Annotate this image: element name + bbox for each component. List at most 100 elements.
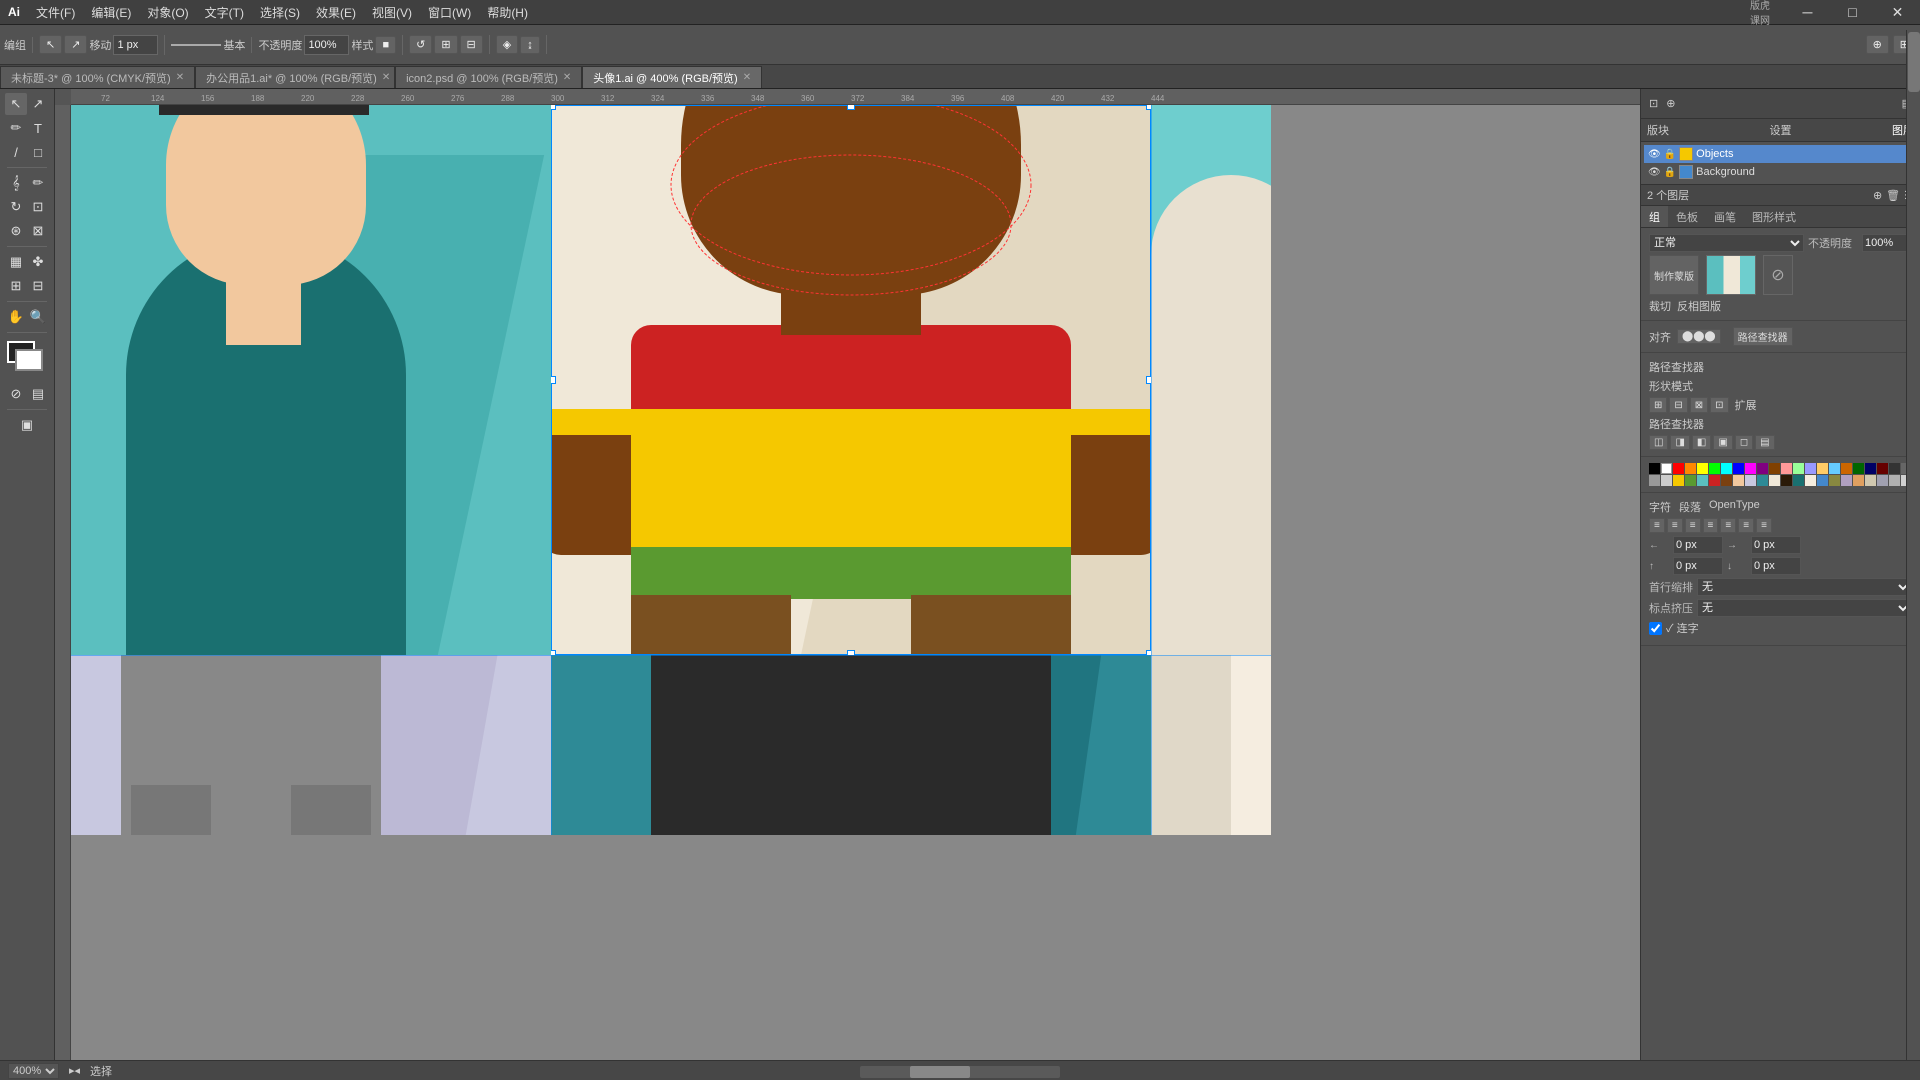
swatch-green[interactable] <box>1709 463 1720 474</box>
swatch-teal[interactable] <box>1697 475 1708 486</box>
tab-close-1[interactable]: ✕ <box>382 72 390 83</box>
divide-btn[interactable]: ◫ <box>1649 435 1668 450</box>
ligature-checkbox[interactable] <box>1649 622 1662 635</box>
layer-objects-row[interactable]: 👁 🔒 Objects <box>1644 145 1917 163</box>
swatch-very-dark-brown[interactable] <box>1781 475 1792 486</box>
graph-btn[interactable]: ↨ <box>520 36 540 54</box>
align-btn[interactable]: ⊟ <box>460 35 483 54</box>
scale-tool[interactable]: ⊡ <box>27 196 49 218</box>
layer-background-row[interactable]: 👁 🔒 Background <box>1644 163 1917 181</box>
tab-1[interactable]: 办公用品1.ai* @ 100% (RGB/预览) ✕ <box>195 66 395 88</box>
swatch-lavender[interactable] <box>1745 475 1756 486</box>
maximize-button[interactable]: □ <box>1830 0 1875 25</box>
tab-3[interactable]: 头像1.ai @ 400% (RGB/预览) ✕ <box>582 66 762 88</box>
path-finder-btn[interactable]: 路径查找器 <box>1733 327 1793 346</box>
arrange-btn[interactable]: ⊕ <box>1866 35 1889 54</box>
swatch-sky[interactable] <box>1829 463 1840 474</box>
align-left-btn[interactable]: ⬤⬤⬤ <box>1677 329 1721 344</box>
layer-visibility-icon-2[interactable]: 👁 <box>1648 167 1661 178</box>
tab-2[interactable]: icon2.psd @ 100% (RGB/预览) ✕ <box>395 66 582 88</box>
merge-btn[interactable]: ◧ <box>1692 435 1711 450</box>
crop-btn[interactable]: ▣ <box>1713 435 1732 450</box>
artboard-tool[interactable]: ⊞ <box>5 275 27 297</box>
text-tool[interactable]: T <box>27 117 49 139</box>
kinsoku-select[interactable]: 无 <box>1697 599 1912 617</box>
width-tool[interactable]: ⊠ <box>27 220 49 242</box>
layers-delete-btn[interactable]: 🗑 <box>1886 189 1900 202</box>
blending-mode-select[interactable]: 正常 <box>1649 234 1804 252</box>
swatch-pink[interactable] <box>1781 463 1792 474</box>
swatch-lightgray[interactable] <box>1661 475 1672 486</box>
none-btn[interactable]: ⊘ <box>5 383 27 405</box>
align-text-justify2[interactable]: ≡ <box>1720 518 1736 533</box>
menu-text[interactable]: 文字(T) <box>197 4 252 21</box>
swatch-olive2[interactable] <box>1829 475 1840 486</box>
swatch-magenta[interactable] <box>1745 463 1756 474</box>
warp-tool[interactable]: ⊛ <box>5 220 27 242</box>
minus-back-btn[interactable]: ▤ <box>1755 435 1774 450</box>
swatch-red[interactable] <box>1673 463 1684 474</box>
swatch-darkgray[interactable] <box>1889 463 1900 474</box>
tab-seban[interactable]: 色板 <box>1668 206 1706 227</box>
tab-huabi[interactable]: 画笔 <box>1706 206 1744 227</box>
hand-tool[interactable]: ✋ <box>5 306 27 328</box>
swatch-khaki[interactable] <box>1865 475 1876 486</box>
menu-object[interactable]: 对象(O) <box>139 4 196 21</box>
draw-mode-btn[interactable]: ▣ <box>7 414 47 436</box>
space-after-input[interactable] <box>1751 557 1801 575</box>
indent-left-input[interactable] <box>1673 536 1723 554</box>
transform-btn[interactable]: ⊞ <box>434 35 457 54</box>
more-btn[interactable]: ◈ <box>496 35 518 54</box>
swatch-tan[interactable] <box>1853 475 1864 486</box>
swatch-yellow[interactable] <box>1697 463 1708 474</box>
direct-selection-tool[interactable]: ↗ <box>27 93 49 115</box>
swatch-yellow2[interactable] <box>1673 475 1684 486</box>
swatch-dark-green[interactable] <box>1853 463 1864 474</box>
trim-btn[interactable]: ◨ <box>1670 435 1689 450</box>
expand-pathfinder-btn[interactable]: 扩展 <box>1731 397 1761 413</box>
slice-tool[interactable]: ⊟ <box>27 275 49 297</box>
first-line-select[interactable]: 无 <box>1697 578 1912 596</box>
unite-btn[interactable]: ⊞ <box>1649 397 1667 413</box>
tab-tuxing[interactable]: 图形样式 <box>1744 206 1804 227</box>
tab-close-0[interactable]: ✕ <box>176 72 184 83</box>
align-text-right[interactable]: ≡ <box>1685 518 1701 533</box>
right-icon-1[interactable]: ⊡ <box>1649 97 1658 110</box>
swatch-light-blue[interactable] <box>1805 463 1816 474</box>
swatch-silver[interactable] <box>1889 475 1900 486</box>
pen-tool[interactable]: ✏ <box>5 117 27 139</box>
swatch-light-green[interactable] <box>1793 463 1804 474</box>
brush-tool[interactable]: 𝄞 <box>5 172 27 194</box>
swatch-cream[interactable] <box>1769 475 1780 486</box>
layer-visibility-icon[interactable]: 👁 <box>1648 149 1661 160</box>
exclude-btn[interactable]: ⊡ <box>1710 397 1728 413</box>
rotate-tool[interactable]: ↻ <box>5 196 27 218</box>
tab-close-3[interactable]: ✕ <box>743 72 751 83</box>
swatch-cyan[interactable] <box>1721 463 1732 474</box>
fill-color-box[interactable] <box>15 349 43 371</box>
align-text-center[interactable]: ≡ <box>1667 518 1683 533</box>
menu-select[interactable]: 选择(S) <box>252 4 308 21</box>
rect-tool[interactable]: □ <box>27 141 49 163</box>
swatch-mauve[interactable] <box>1841 475 1852 486</box>
gradient-btn[interactable]: ▤ <box>27 383 49 405</box>
pencil-tool[interactable]: ✏ <box>27 172 49 194</box>
menu-help[interactable]: 帮助(H) <box>479 4 536 21</box>
minimize-button[interactable]: ─ <box>1785 0 1830 25</box>
style-btn[interactable]: ■ <box>375 36 396 54</box>
select-tool-btn[interactable]: ↖ <box>39 35 62 54</box>
move-input[interactable] <box>113 35 158 55</box>
align-text-justify3[interactable]: ≡ <box>1738 518 1754 533</box>
horizontal-scroll-track[interactable] <box>860 1066 1060 1078</box>
right-icon-2[interactable]: ⊕ <box>1666 97 1675 110</box>
menu-file[interactable]: 文件(F) <box>28 4 83 21</box>
right-scroll-thumb[interactable] <box>1908 32 1920 92</box>
opacity-input[interactable] <box>304 35 349 55</box>
make-mask-btn[interactable]: 制作蒙版 <box>1649 255 1699 295</box>
swatch-peach[interactable] <box>1817 463 1828 474</box>
minus-front-btn[interactable]: ⊟ <box>1669 397 1687 413</box>
align-text-all[interactable]: ≡ <box>1756 518 1772 533</box>
outline-btn[interactable]: ◻ <box>1735 435 1753 450</box>
layer-lock-icon[interactable]: 🔒 <box>1664 149 1676 160</box>
menu-view[interactable]: 视图(V) <box>364 4 420 21</box>
